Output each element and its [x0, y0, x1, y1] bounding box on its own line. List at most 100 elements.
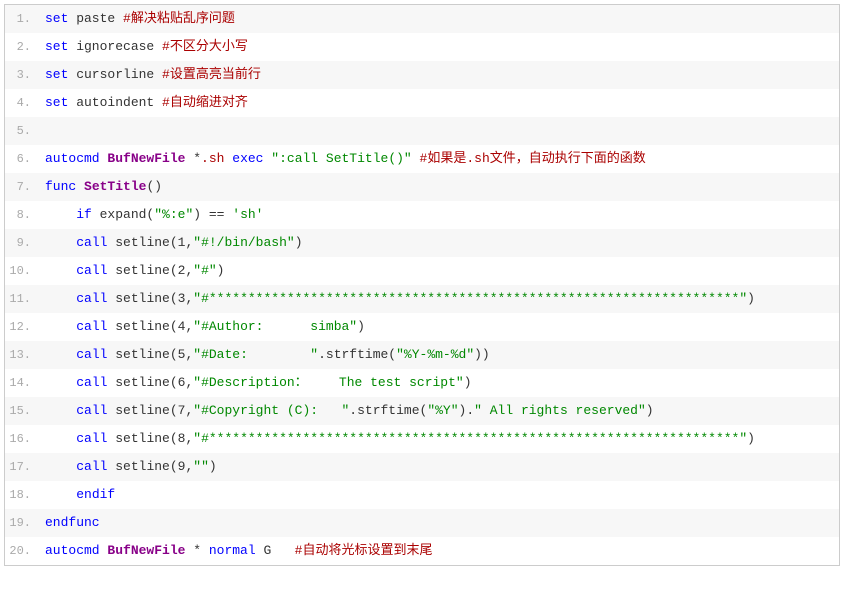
code-content: endfunc: [41, 512, 839, 534]
token-str: 'sh': [232, 207, 263, 222]
token-func: SetTitle: [84, 179, 146, 194]
token-kw: call: [76, 403, 107, 418]
code-content: func SetTitle(): [41, 176, 839, 198]
token-id: [76, 179, 84, 194]
line-number: 20: [5, 540, 41, 562]
token-id: .strftime(: [349, 403, 427, 418]
token-str: "#Author: simba": [193, 319, 357, 334]
token-kw: exec: [232, 151, 263, 166]
line-number: 19: [5, 512, 41, 534]
code-content: autocmd BufNewFile * normal G #自动将光标设置到末…: [41, 540, 839, 562]
line-number: 9: [5, 232, 41, 254]
token-id: G: [256, 543, 295, 558]
code-line: 4set autoindent #自动缩进对齐: [5, 89, 839, 117]
token-id: ): [646, 403, 654, 418]
token-kw: autocmd: [45, 543, 100, 558]
token-id: ): [217, 263, 225, 278]
token-cmt: #设置高亮当前行: [162, 67, 261, 82]
token-func: BufNewFile: [107, 151, 185, 166]
line-number: 14: [5, 372, 41, 394]
token-cmt: #不区分大小写: [162, 39, 248, 54]
line-number: 1: [5, 8, 41, 30]
token-id: cursorline: [68, 67, 162, 82]
token-id: ): [464, 375, 472, 390]
code-line: 16 call setline(8,"#********************…: [5, 425, 839, 453]
line-number: 13: [5, 344, 41, 366]
token-kw: endfunc: [45, 515, 100, 530]
token-id: [45, 459, 76, 474]
code-content: set autoindent #自动缩进对齐: [41, 92, 839, 114]
code-line: 5: [5, 117, 839, 145]
code-line: 13 call setline(5,"#Date: ".strftime("%Y…: [5, 341, 839, 369]
token-id: )): [474, 347, 490, 362]
code-line: 6autocmd BufNewFile *.sh exec ":call Set…: [5, 145, 839, 173]
token-id: *: [185, 543, 208, 558]
code-line: 12 call setline(4,"#Author: simba"): [5, 313, 839, 341]
token-id: setline(8,: [107, 431, 193, 446]
token-kw: call: [76, 375, 107, 390]
token-kw: call: [76, 459, 107, 474]
token-kw: normal: [209, 543, 256, 558]
code-line: 18 endif: [5, 481, 839, 509]
token-kw: call: [76, 235, 107, 250]
token-id: [45, 263, 76, 278]
line-number: 7: [5, 176, 41, 198]
line-number: 17: [5, 456, 41, 478]
code-line: 7func SetTitle(): [5, 173, 839, 201]
token-kw: call: [76, 319, 107, 334]
token-cmt: #自动将光标设置到末尾: [295, 543, 433, 558]
token-id: ) ==: [193, 207, 232, 222]
code-content: autocmd BufNewFile *.sh exec ":call SetT…: [41, 148, 839, 170]
token-id: setline(9,: [107, 459, 193, 474]
code-line: 19 endfunc: [5, 509, 839, 537]
code-line: 15 call setline(7,"#Copyright (C): ".str…: [5, 397, 839, 425]
code-line: 9 call setline(1,"#!/bin/bash"): [5, 229, 839, 257]
token-kw: call: [76, 431, 107, 446]
token-sh: .sh: [201, 151, 224, 166]
token-id: [412, 151, 420, 166]
token-id: ).: [459, 403, 475, 418]
line-number: 6: [5, 148, 41, 170]
token-cmt: #如果是.sh文件，自动执行下面的函数: [420, 151, 646, 166]
token-str: "#**************************************…: [193, 431, 747, 446]
line-number: 4: [5, 92, 41, 114]
token-id: [45, 487, 76, 502]
line-number: 8: [5, 204, 41, 226]
token-kw: call: [76, 263, 107, 278]
token-id: setline(5,: [107, 347, 193, 362]
token-id: expand(: [92, 207, 154, 222]
token-cmt: #自动缩进对齐: [162, 95, 248, 110]
token-kw: endif: [76, 487, 115, 502]
code-line: 2set ignorecase #不区分大小写: [5, 33, 839, 61]
line-number: 10: [5, 260, 41, 282]
code-content: call setline(8,"#***********************…: [41, 428, 839, 450]
code-content: call setline(3,"#***********************…: [41, 288, 839, 310]
token-str: "": [193, 459, 209, 474]
code-line: 20autocmd BufNewFile * normal G #自动将光标设置…: [5, 537, 839, 565]
token-str: "#!/bin/bash": [193, 235, 294, 250]
code-line: 14 call setline(6,"#Description： The tes…: [5, 369, 839, 397]
code-content: call setline(4,"#Author: simba"): [41, 316, 839, 338]
token-str: "#Description： The test script": [193, 375, 463, 390]
token-id: [45, 347, 76, 362]
token-kw: set: [45, 67, 68, 82]
token-id: setline(2,: [107, 263, 193, 278]
token-id: [45, 319, 76, 334]
token-id: paste: [68, 11, 123, 26]
code-content: call setline(5,"#Date: ".strftime("%Y-%m…: [41, 344, 839, 366]
token-str: "%Y": [427, 403, 458, 418]
token-id: autoindent: [68, 95, 162, 110]
token-kw: if: [76, 207, 92, 222]
token-str: "#": [193, 263, 216, 278]
code-content: set cursorline #设置高亮当前行: [41, 64, 839, 86]
token-kw: call: [76, 347, 107, 362]
line-number: 5: [5, 120, 41, 142]
line-number: 11: [5, 288, 41, 310]
token-kw: call: [76, 291, 107, 306]
code-content: call setline(9,""): [41, 456, 839, 478]
code-content: call setline(7,"#Copyright (C): ".strfti…: [41, 400, 839, 422]
token-str: "#Copyright (C): ": [193, 403, 349, 418]
token-id: ): [209, 459, 217, 474]
token-kw: func: [45, 179, 76, 194]
token-func: BufNewFile: [107, 543, 185, 558]
